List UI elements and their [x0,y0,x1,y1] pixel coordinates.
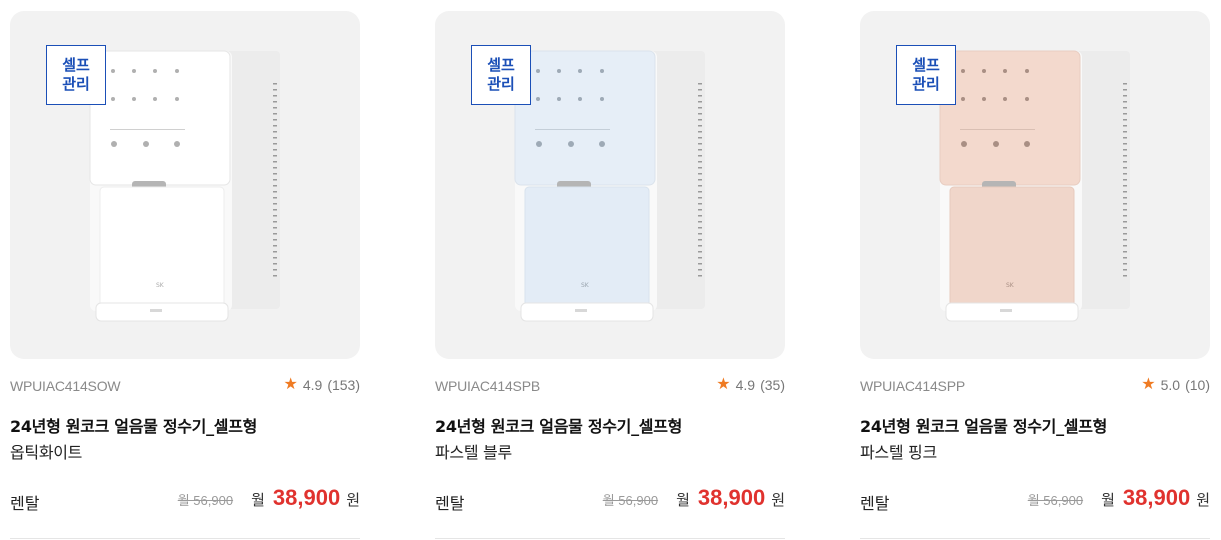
review-count: (35) [760,377,785,393]
purchase-type: 렌탈 [435,494,465,513]
original-price: 월 56,900 [1027,493,1084,508]
divider [860,538,1210,539]
svg-text:SK: SK [1006,282,1015,289]
price-prefix: 월 [251,491,265,509]
svg-text:SK: SK [156,282,165,289]
divider [435,538,785,539]
price-block: 월 56,900 월 38,900 원 [178,485,360,511]
badge-line-1: 셀프 [912,56,940,74]
product-card[interactable]: SK 셀프 관리 WPUIAC414SOW ★ 4.9 (153) 24년형 원… [10,11,360,540]
product-name[interactable]: 24년형 원코크 얼음물 정수기_셀프형 [10,413,257,437]
badge-line-2: 관리 [62,75,90,93]
price-prefix: 월 [1101,491,1115,509]
product-name[interactable]: 24년형 원코크 얼음물 정수기_셀프형 [860,413,1107,437]
current-price: 38,900 [1122,485,1191,510]
model-number: WPUIAC414SPB [435,378,540,394]
product-card[interactable]: SK 셀프 관리 WPUIAC414SPB ★ 4.9 (35) 24년형 원코… [435,11,785,540]
self-care-badge: 셀프 관리 [471,45,531,105]
price-block: 월 56,900 월 38,900 원 [603,485,785,511]
product-thumbnail[interactable]: SK 셀프 관리 [435,11,785,359]
rating-value: 5.0 [1160,377,1181,393]
original-price: 월 56,900 [177,493,234,508]
model-number: WPUIAC414SOW [10,378,121,394]
svg-text:SK: SK [581,282,590,289]
badge-line-1: 셀프 [487,56,515,74]
product-color: 파스텔 핑크 [860,443,937,462]
product-thumbnail[interactable]: SK 셀프 관리 [860,11,1210,359]
star-icon: ★ [283,376,298,393]
self-care-badge: 셀프 관리 [46,45,106,105]
price-unit: 원 [771,491,785,509]
product-color: 파스텔 블루 [435,443,512,462]
product-color: 옵틱화이트 [10,443,83,462]
product-thumbnail[interactable]: SK 셀프 관리 [10,11,360,359]
rating-value: 4.9 [302,377,323,393]
price-unit: 원 [1196,491,1210,509]
badge-line-1: 셀프 [62,56,90,74]
purchase-type: 렌탈 [10,494,40,513]
purchase-type: 렌탈 [860,494,890,513]
original-price: 월 56,900 [602,493,659,508]
self-care-badge: 셀프 관리 [896,45,956,105]
price-unit: 원 [346,491,360,509]
rating: ★ 4.9 (35) [716,376,785,394]
product-name[interactable]: 24년형 원코크 얼음물 정수기_셀프형 [435,413,682,437]
review-count: (153) [327,377,360,393]
star-icon: ★ [716,376,731,393]
product-grid: SK 셀프 관리 WPUIAC414SOW ★ 4.9 (153) 24년형 원… [10,11,1211,540]
rating: ★ 5.0 (10) [1141,376,1210,394]
rating: ★ 4.9 (153) [283,376,361,394]
star-icon: ★ [1141,376,1156,393]
price-prefix: 월 [676,491,690,509]
review-count: (10) [1185,377,1210,393]
model-number: WPUIAC414SPP [860,378,965,394]
product-card[interactable]: SK 셀프 관리 WPUIAC414SPP ★ 5.0 (10) 24년형 원코… [860,11,1210,540]
rating-value: 4.9 [735,377,756,393]
current-price: 38,900 [697,485,766,510]
price-block: 월 56,900 월 38,900 원 [1028,485,1210,511]
badge-line-2: 관리 [487,75,515,93]
divider [10,538,360,539]
current-price: 38,900 [272,485,341,510]
badge-line-2: 관리 [912,75,940,93]
